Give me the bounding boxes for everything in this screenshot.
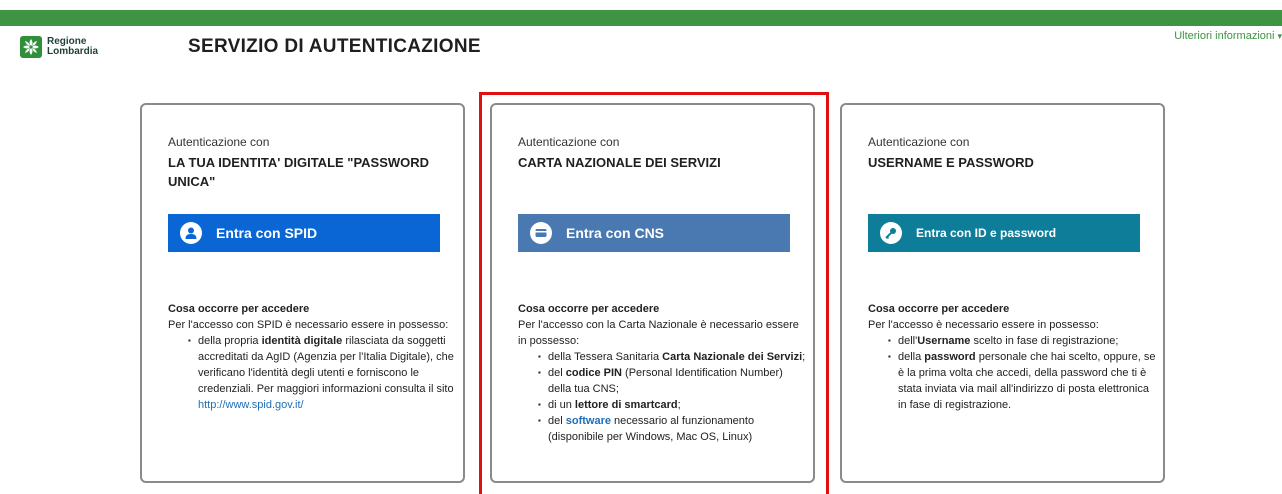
item-bold-text: password [924,351,976,363]
id-password-login-button[interactable]: Entra con ID e password [868,214,1140,252]
item-bold-text: Username [917,335,971,347]
lombardy-rose-icon [20,36,42,58]
requirements-section: Cosa occorre per accedere Per l'accesso … [868,301,1158,413]
more-info-label: Ulteriori informazioni [1174,30,1275,42]
card-subtitle: Autenticazione con [868,135,970,149]
list-item: dell'Username scelto in fase di registra… [888,333,1158,349]
requirements-section: Cosa occorre per accedere Per l'accesso … [168,301,458,413]
id-password-login-label: Entra con ID e password [916,226,1057,240]
requirements-intro: Per l'accesso è necessario essere in pos… [868,319,1099,331]
item-bold-text: identità digitale [261,335,343,347]
auth-card-username-password: Autenticazione con USERNAME E PASSWORD E… [840,103,1165,483]
requirements-title: Cosa occorre per accedere [868,303,1010,315]
spid-website-link[interactable]: http://www.spid.gov.it/ [198,399,304,411]
requirements-intro: Per l'accesso con SPID è necessario esse… [168,319,449,331]
requirements-list: della propria identità digitale rilascia… [188,333,458,413]
highlight-box [479,92,829,494]
card-subtitle: Autenticazione con [168,135,270,149]
card-title: USERNAME E PASSWORD [868,155,1034,170]
list-item: della propria identità digitale rilascia… [188,333,458,413]
item-text: della propria [198,335,262,347]
logo-line-2: Lombardia [47,46,99,57]
more-info-menu[interactable]: Ulteriori informazioni ▾ [1174,30,1282,42]
item-text: dell' [898,335,918,347]
item-text: scelto in fase di registrazione; [970,335,1119,347]
page-title: SERVIZIO DI AUTENTICAZIONE [188,36,481,57]
item-text: della [898,351,925,363]
card-title: LA TUA IDENTITA' DIGITALE "PASSWORD UNIC… [168,155,430,189]
user-icon [180,222,202,244]
spid-login-button[interactable]: Entra con SPID [168,214,440,252]
requirements-list: dell'Username scelto in fase di registra… [888,333,1158,413]
list-item: della password personale che hai scelto,… [888,349,1158,413]
auth-card-spid: Autenticazione con LA TUA IDENTITA' DIGI… [140,103,465,483]
spid-login-label: Entra con SPID [216,225,318,241]
logo-text: Regione Lombardia [47,37,98,57]
key-icon [880,222,902,244]
chevron-down-icon: ▾ [1277,31,1282,41]
regione-lombardia-logo[interactable]: Regione Lombardia [20,36,98,58]
top-green-bar [0,10,1282,26]
requirements-title: Cosa occorre per accedere [168,303,310,315]
